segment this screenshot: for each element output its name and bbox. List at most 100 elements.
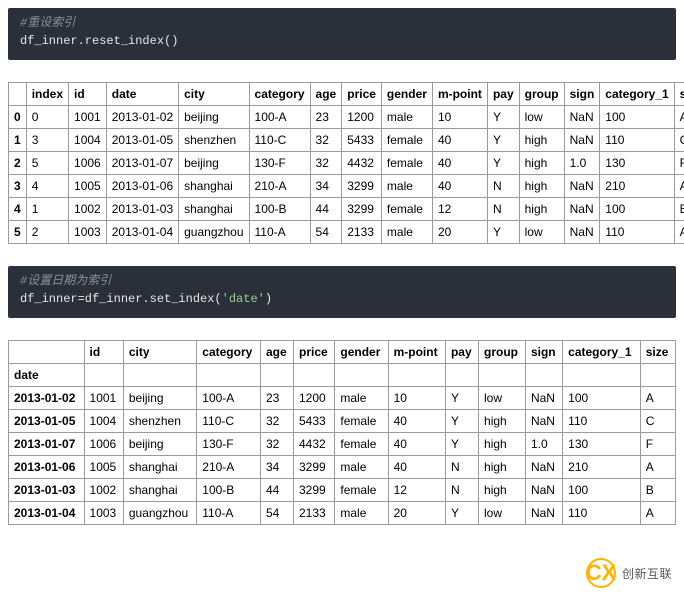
column-header: group [479,341,526,364]
cell: 210 [563,456,641,479]
cell [335,364,388,387]
cell: A [640,502,675,525]
row-index: 5 [9,221,27,244]
cell [479,364,526,387]
cell: C [674,129,684,152]
row-index: 2013-01-07 [9,433,85,456]
cell: shanghai [179,175,249,198]
column-header: price [293,341,334,364]
column-header: price [342,83,382,106]
cell: 40 [432,175,487,198]
index-name: date [9,364,85,387]
cell: male [335,502,388,525]
cell: low [479,387,526,410]
column-header: index [26,83,68,106]
cell: 20 [388,502,445,525]
cell: 130-F [249,152,310,175]
cell: 2013-01-02 [106,106,178,129]
cell: 23 [260,387,293,410]
cell: 100-A [249,106,310,129]
code-string: 'date' [222,292,265,306]
cell: 1005 [84,456,123,479]
cell: NaN [564,198,600,221]
column-header: category_1 [563,341,641,364]
column-header: size [640,341,675,364]
cell: 100 [563,387,641,410]
cell: 3 [26,129,68,152]
cell: Y [487,106,519,129]
code-fragment: df_inner=df_inner.set_index( [20,292,222,306]
cell: 100-A [197,387,261,410]
cell: shenzhen [179,129,249,152]
cell: 40 [432,129,487,152]
column-header: gender [335,341,388,364]
cell: A [640,387,675,410]
cell: 4432 [293,433,334,456]
cell [388,364,445,387]
cell: high [519,198,564,221]
cell: 54 [260,502,293,525]
cell: 3299 [293,479,334,502]
cell: 1004 [84,410,123,433]
cell: high [479,456,526,479]
cell: Y [487,129,519,152]
cell: 40 [388,410,445,433]
table-row: 2510062013-01-07beijing130-F324432female… [9,152,684,175]
column-header: date [106,83,178,106]
cell: female [381,129,432,152]
table-row: 3410052013-01-06shanghai210-A343299male4… [9,175,684,198]
cell: 1 [26,198,68,221]
cell: 34 [260,456,293,479]
cell: beijing [179,106,249,129]
cell: Y [445,410,478,433]
cell: 32 [260,433,293,456]
cell: 1006 [69,152,107,175]
cell: 1200 [342,106,382,129]
cell: 1.0 [564,152,600,175]
cell: 1003 [84,502,123,525]
cell: 1.0 [525,433,562,456]
cell: 110-A [249,221,310,244]
column-header: pay [445,341,478,364]
column-header: city [179,83,249,106]
column-header: category [197,341,261,364]
cell: 32 [310,152,342,175]
cell: male [335,456,388,479]
code-comment: #重设索引 [20,16,75,30]
cell: 5433 [342,129,382,152]
cell: NaN [525,479,562,502]
cell: 32 [260,410,293,433]
cell: 2013-01-04 [106,221,178,244]
column-header: age [310,83,342,106]
cell: 3299 [342,175,382,198]
cell: 100 [600,106,674,129]
column-header: m-point [388,341,445,364]
table-row: 2013-01-021001beijing100-A231200male10Yl… [9,387,676,410]
cell: 110 [563,410,641,433]
column-header: id [69,83,107,106]
cell: 130 [600,152,674,175]
cell [260,364,293,387]
column-header: category [249,83,310,106]
cell: 100-B [197,479,261,502]
cell: 5433 [293,410,334,433]
column-header: size [674,83,684,106]
cell: shenzhen [123,410,196,433]
cell: high [519,175,564,198]
cell: 110-C [249,129,310,152]
cell: high [479,479,526,502]
cell: Y [445,387,478,410]
cell: 100 [563,479,641,502]
column-header: age [260,341,293,364]
cell: 2013-01-05 [106,129,178,152]
cell: 12 [432,198,487,221]
cell [84,364,123,387]
column-header [9,341,85,364]
cell: 1002 [84,479,123,502]
cell: NaN [525,387,562,410]
table-row: 2013-01-071006beijing130-F324432female40… [9,433,676,456]
cell [197,364,261,387]
cell: 210 [600,175,674,198]
code-comment: #设置日期为索引 [20,274,111,288]
cell [525,364,562,387]
